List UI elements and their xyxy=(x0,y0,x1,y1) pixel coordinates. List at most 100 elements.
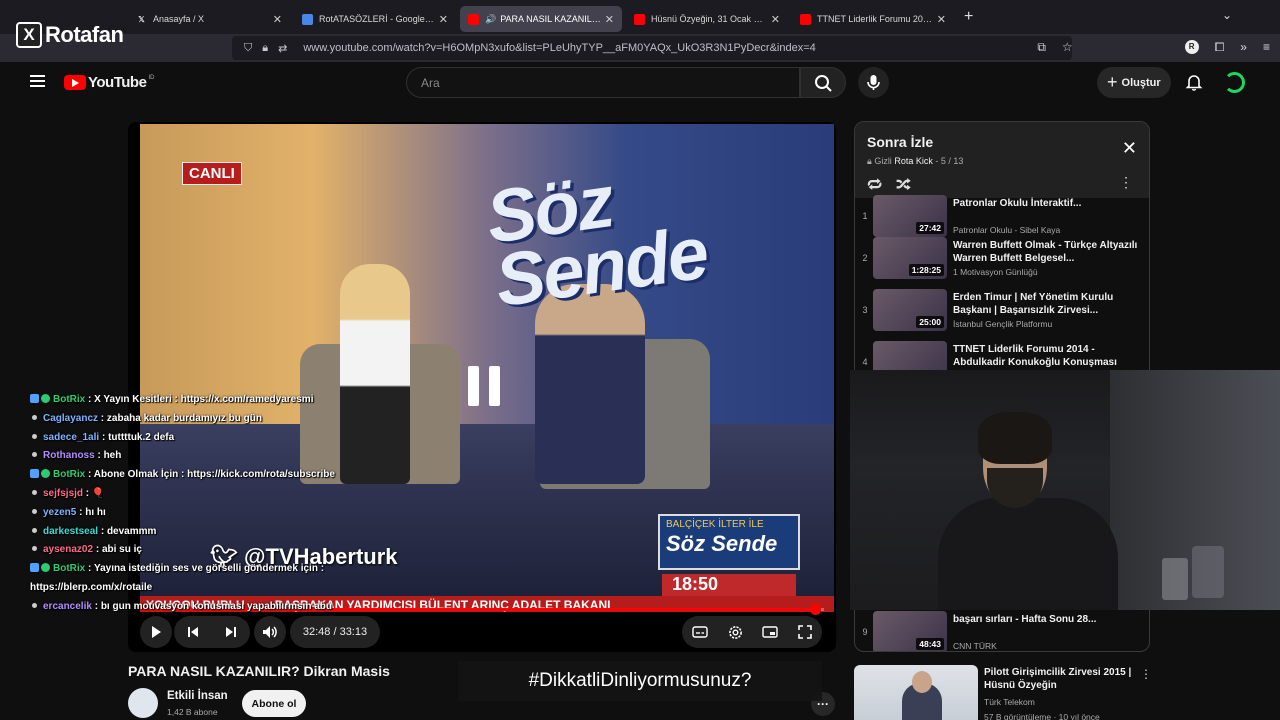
playlist-thumbnail[interactable]: 25:00 xyxy=(873,289,947,331)
playlist-item-title[interactable]: Warren Buffett Olmak - Türkçe Altyazılı … xyxy=(953,239,1139,265)
account-avatar[interactable] xyxy=(1224,72,1245,93)
extensions-icon[interactable]: ⧠ xyxy=(1215,40,1225,55)
show-badge: BALÇİÇEK İLTER İLE Söz Sende xyxy=(658,514,800,570)
playlist-item[interactable]: 9 48:43 başarı sırları - Hafta Sonu 28... C… xyxy=(855,611,1149,651)
previous-icon[interactable] xyxy=(186,625,200,639)
playlist-item[interactable]: 3 25:00 Erden Timur | Nef Yönetim Kurulu B… xyxy=(855,289,1149,341)
playlist-item[interactable]: 2 1:28:25 Warren Buffett Olmak - Türkçe Al… xyxy=(855,237,1149,289)
chat-message: Rothanoss : heh xyxy=(30,447,480,466)
youtube-play-icon xyxy=(64,75,86,90)
close-tab-icon[interactable]: ✕ xyxy=(605,13,614,26)
loop-icon[interactable]: 🔁︎ xyxy=(867,174,882,196)
channel-avatar[interactable] xyxy=(128,688,158,718)
show-title-graphic: Söz Sende xyxy=(481,159,712,323)
youtube-icon xyxy=(468,13,479,25)
scrubber-handle[interactable] xyxy=(810,604,822,615)
playlist-item-title[interactable]: Patronlar Okulu İnteraktif... xyxy=(953,197,1139,210)
bookmark-star-icon[interactable]: ☆ xyxy=(1062,40,1073,55)
playlist-thumbnail[interactable]: 48:43 xyxy=(873,611,947,651)
more-vert-icon[interactable]: ⋮ xyxy=(1140,667,1152,681)
chat-message: sejfsjsjd : 🎈 xyxy=(30,485,480,504)
watermark-text: Rotafan xyxy=(45,22,124,47)
play-icon xyxy=(152,626,161,638)
more-vert-icon[interactable]: ⋮ xyxy=(1119,174,1133,191)
profile-icon[interactable]: R xyxy=(1184,40,1199,54)
tab-x-home[interactable]: 𝕏 Anasayfa / X ✕ xyxy=(128,6,290,32)
menu-icon[interactable]: ≡ xyxy=(1263,40,1270,55)
menu-hamburger-icon[interactable] xyxy=(30,75,45,87)
rec-meta: 57 B görüntüleme · 10 yıl önce xyxy=(984,712,1100,720)
volume-button[interactable] xyxy=(254,616,286,648)
settings-gear-icon[interactable] xyxy=(728,625,743,640)
shuffle-icon[interactable]: 🔀︎ xyxy=(896,174,911,196)
playlist-index: 9 xyxy=(862,627,868,637)
next-icon[interactable] xyxy=(224,625,238,639)
rec-title[interactable]: Pilott Girişimcilik Zirvesi 2015 | Hüsnü… xyxy=(984,666,1134,692)
search-icon xyxy=(815,75,832,92)
duration-badge: 48:43 xyxy=(916,638,944,650)
playlist-index: 2 xyxy=(862,253,868,263)
chat-username: BotRix xyxy=(53,563,86,575)
youtube-header: YouTube ID Ara + Oluştur xyxy=(12,62,1268,104)
overflow-chevron-icon[interactable]: » xyxy=(1240,40,1247,55)
user-badge-icon xyxy=(32,452,37,458)
lock-icon[interactable]: 🔒︎ xyxy=(262,42,268,55)
miniplayer-icon[interactable] xyxy=(762,626,779,638)
chat-username: aysenaz02 xyxy=(43,544,94,556)
chat-text: devammm xyxy=(106,525,157,537)
close-tab-icon[interactable]: ✕ xyxy=(937,13,946,26)
playlist-owner[interactable]: Rota Kick xyxy=(894,156,933,166)
fullscreen-icon[interactable] xyxy=(798,625,812,639)
time-display: 32:48 / 33:13 xyxy=(290,616,380,648)
tab-list-chevron-icon[interactable]: ⌄ xyxy=(1222,8,1232,22)
address-bar[interactable]: ⛉ 🔒︎ ⇄ www.youtube.com/watch?v=H6OMpN3xu… xyxy=(232,36,1072,60)
tab-youtube-current[interactable]: 🔊 PARA NASIL KAZANILIR? Dikran Masis ✕ xyxy=(460,6,622,32)
youtube-logo[interactable]: YouTube ID xyxy=(64,74,154,91)
tab-title: RotATASÖZLERİ - Google Doküman xyxy=(319,14,435,24)
chat-message: yezen5 : hı hı xyxy=(30,504,480,523)
speaker-icon[interactable]: 🔊 xyxy=(485,14,496,25)
create-button[interactable]: + Oluştur xyxy=(1097,67,1171,98)
chat-text: zabaha kadar burdamıyız bu gün xyxy=(106,412,262,424)
playlist-item-channel: Patronlar Okulu - Sibel Kaya xyxy=(953,225,1061,235)
chat-text: X Yayın Kesitleri : https://x.com/ramedy… xyxy=(94,394,314,405)
picture-in-picture-icon[interactable]: ⧉ xyxy=(1037,40,1046,55)
close-tab-icon[interactable]: ✕ xyxy=(273,13,282,26)
playlist-title[interactable]: Sonra İzle xyxy=(867,134,1137,150)
chat-separator: : xyxy=(76,506,86,518)
user-badge-icon xyxy=(32,414,37,420)
search-button[interactable] xyxy=(800,67,846,98)
playlist-item-title[interactable]: TTNET Liderlik Forumu 2014 - Abdulkadir … xyxy=(953,343,1139,369)
playlist-thumbnail[interactable]: 27:42 xyxy=(873,195,947,237)
playlist-privacy: Gizli xyxy=(874,156,892,166)
channel-name[interactable]: Etkili İnsan xyxy=(167,690,228,702)
search-input[interactable]: Ara xyxy=(406,67,800,98)
permissions-icon[interactable]: ⇄ xyxy=(278,42,287,55)
player-controls: 32:48 / 33:13 xyxy=(128,616,836,648)
recommended-video[interactable]: Pilott Girişimcilik Zirvesi 2015 | Hüsnü… xyxy=(854,665,1152,720)
close-tab-icon[interactable]: ✕ xyxy=(771,13,780,26)
live-label: CANLI xyxy=(182,162,242,185)
playlist-item-title[interactable]: Erden Timur | Nef Yönetim Kurulu Başkanı… xyxy=(953,291,1139,317)
subtitles-icon[interactable] xyxy=(692,626,708,638)
playlist-item-title[interactable]: başarı sırları - Hafta Sonu 28... xyxy=(953,613,1139,626)
volume-icon xyxy=(263,626,277,638)
skip-controls xyxy=(174,616,250,648)
new-tab-icon[interactable]: + xyxy=(964,8,973,26)
close-icon[interactable]: ✕ xyxy=(1122,138,1137,159)
tab-youtube-husnu[interactable]: Hüsnü Özyeğin, 31 Ocak 2017 Pilott ✕ xyxy=(626,6,788,32)
rec-thumbnail[interactable] xyxy=(854,665,978,720)
user-badge-icon xyxy=(32,527,37,533)
tab-youtube-ttnet[interactable]: TTNET Liderlik Forumu 2014 - Abdulkadir … xyxy=(792,6,954,32)
playlist-thumbnail[interactable]: 1:28:25 xyxy=(873,237,947,279)
tab-title: Hüsnü Özyeğin, 31 Ocak 2017 Pilott xyxy=(651,14,767,24)
chat-text: abi su iç xyxy=(101,544,142,556)
play-button[interactable] xyxy=(140,616,172,648)
notifications-bell-icon[interactable] xyxy=(1184,72,1204,92)
tab-google-docs[interactable]: RotATASÖZLERİ - Google Doküman ✕ xyxy=(294,6,456,32)
voice-search-button[interactable] xyxy=(858,67,889,98)
shield-icon[interactable]: ⛉ xyxy=(244,42,252,55)
subscribe-button[interactable]: Abone ol xyxy=(242,690,306,717)
close-tab-icon[interactable]: ✕ xyxy=(439,13,448,26)
jar-object xyxy=(1192,546,1224,598)
